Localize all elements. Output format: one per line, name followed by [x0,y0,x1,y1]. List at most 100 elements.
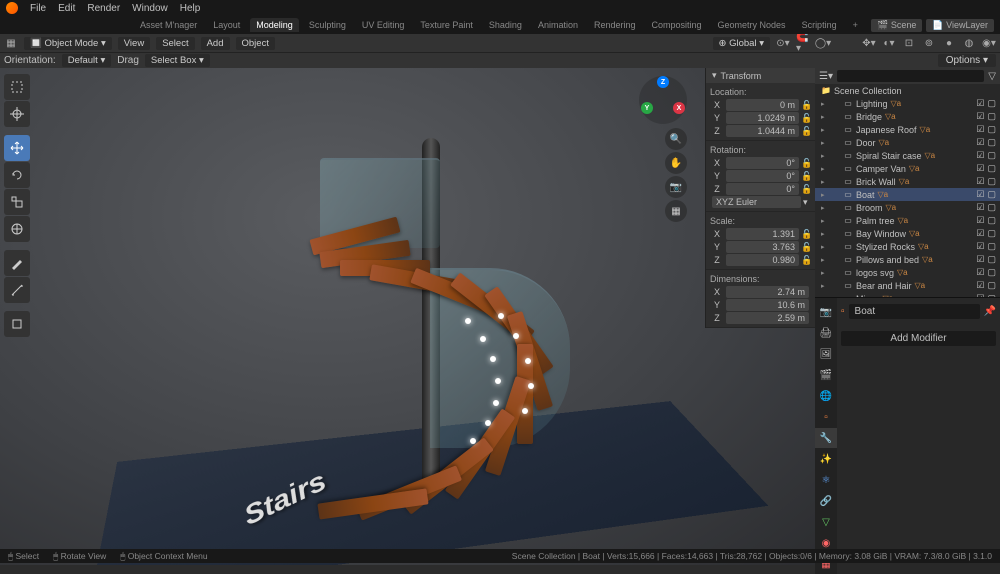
loc-z[interactable]: 1.0444 m [726,125,799,137]
ws-asset-manager[interactable]: Asset M'nager [134,18,203,32]
disclosure-icon[interactable]: ▸ [821,243,829,251]
pin-icon[interactable]: 📌 [984,306,996,317]
props-tab-constraints[interactable]: 🔗 [815,491,837,511]
outliner-item[interactable]: ▸▭Bear and Hair▽a☑▢ [815,279,1000,292]
axis-y[interactable]: Y [641,102,653,114]
hdr-select[interactable]: Select [156,37,194,50]
disclosure-icon[interactable]: ▸ [821,230,829,238]
disclosure-icon[interactable]: ▸ [821,256,829,264]
props-tab-output[interactable]: 🖨 [815,323,837,343]
scale-z[interactable]: 0.980 [726,254,799,266]
rotate-tool[interactable] [4,162,30,188]
render-icon[interactable]: ▢ [987,163,996,174]
render-icon[interactable]: ▢ [987,254,996,265]
lock-icon[interactable]: 🔓 [801,100,811,111]
outliner-item[interactable]: ▸▭Japanese Roof▽a☑▢ [815,123,1000,136]
outliner-item[interactable]: ▸▭Broom▽a☑▢ [815,201,1000,214]
overlay-icon[interactable]: ◐▾ [882,36,896,50]
ws-compositing[interactable]: Compositing [646,18,708,32]
scale-y[interactable]: 3.763 [726,241,799,253]
props-tab-modifiers[interactable]: 🔧 [815,428,837,448]
lock-icon[interactable]: 🔓 [801,242,811,253]
lock-icon[interactable]: 🔓 [801,171,811,182]
transform-panel-header[interactable]: ▾ Transform [706,68,815,83]
options-button[interactable]: Options ▾ [938,54,996,67]
outliner-item[interactable]: ▸▭Camper Van▽a☑▢ [815,162,1000,175]
props-tab-scene[interactable]: 🎬 [815,365,837,385]
menu-file[interactable]: File [30,3,46,14]
menu-help[interactable]: Help [180,3,201,14]
disclosure-icon[interactable]: ▸ [821,113,829,121]
disclosure-icon[interactable]: ▸ [821,139,829,147]
render-icon[interactable]: ▢ [987,215,996,226]
filter-icon[interactable]: ▽ [988,71,996,82]
outliner-item[interactable]: ▸▭Door▽a☑▢ [815,136,1000,149]
visibility-icon[interactable]: ☑ [976,215,984,226]
visibility-icon[interactable]: ☑ [976,267,984,278]
orientation-value[interactable]: Default ▾ [62,54,112,67]
render-icon[interactable]: ▢ [987,189,996,200]
disclosure-icon[interactable]: ▸ [821,126,829,134]
orientation-dropdown[interactable]: ⊕ Global ▾ [713,37,771,50]
lock-icon[interactable]: 🔓 [801,184,811,195]
outliner-item[interactable]: ▸▭Pillows and bed▽a☑▢ [815,253,1000,266]
visibility-icon[interactable]: ☑ [976,163,984,174]
menu-window[interactable]: Window [132,3,168,14]
outliner-item[interactable]: ▸▭Boat▽a☑▢ [815,188,1000,201]
render-icon[interactable]: ▢ [987,267,996,278]
ws-add[interactable]: + [847,18,864,32]
perspective-icon[interactable]: ▦ [665,200,687,222]
select-mode[interactable]: Select Box ▾ [145,54,210,67]
loc-y[interactable]: 1.0249 m [726,112,799,124]
disclosure-icon[interactable]: ▸ [821,165,829,173]
props-tab-data[interactable]: ▽ [815,512,837,532]
props-tab-viewlayer[interactable]: 🖼 [815,344,837,364]
disclosure-icon[interactable]: ▸ [821,217,829,225]
ws-texture-paint[interactable]: Texture Paint [414,18,479,32]
add-cube-tool[interactable] [4,311,30,337]
ws-layout[interactable]: Layout [207,18,246,32]
mode-selector[interactable]: 🔲 Object Mode ▾ [24,37,112,50]
shading-material-icon[interactable]: ◍ [962,36,976,50]
scene-selector[interactable]: 🎬 Scene [871,19,922,32]
disclosure-icon[interactable]: ▸ [821,191,829,199]
disclosure-icon[interactable]: ▸ [821,152,829,160]
ws-geo-nodes[interactable]: Geometry Nodes [712,18,792,32]
render-icon[interactable]: ▢ [987,228,996,239]
props-tab-world[interactable]: 🌐 [815,386,837,406]
outliner-item[interactable]: ▸▭Stylized Rocks▽a☑▢ [815,240,1000,253]
ws-rendering[interactable]: Rendering [588,18,642,32]
ws-modeling[interactable]: Modeling [250,18,299,32]
scale-tool[interactable] [4,189,30,215]
navigation-gizmo[interactable]: Z X Y [639,76,687,124]
render-icon[interactable]: ▢ [987,280,996,291]
visibility-icon[interactable]: ☑ [976,254,984,265]
proportional-icon[interactable]: ◯▾ [816,36,830,50]
disclosure-icon[interactable]: ▸ [821,269,829,277]
shading-solid-icon[interactable]: ● [942,36,956,50]
lock-icon[interactable]: 🔓 [801,229,811,240]
visibility-icon[interactable]: ☑ [976,202,984,213]
dim-z[interactable]: 2.59 m [726,312,809,324]
visibility-icon[interactable]: ☑ [976,124,984,135]
dim-x[interactable]: 2.74 m [726,286,809,298]
hdr-add[interactable]: Add [201,37,230,50]
rot-mode[interactable]: XYZ Euler [712,196,801,208]
hdr-object[interactable]: Object [236,37,275,50]
lock-icon[interactable]: 🔓 [801,255,811,266]
xray-icon[interactable]: ⊡ [902,36,916,50]
render-icon[interactable]: ▢ [987,202,996,213]
pan-icon[interactable]: ✋ [665,152,687,174]
disclosure-icon[interactable]: ▸ [821,100,829,108]
render-icon[interactable]: ▢ [987,241,996,252]
outliner-item[interactable]: ▸▭logos svg▽a☑▢ [815,266,1000,279]
axis-x[interactable]: X [673,102,685,114]
props-tab-physics[interactable]: ⚛ [815,470,837,490]
disclosure-icon[interactable]: ▸ [821,282,829,290]
outliner-search[interactable] [837,70,984,82]
lock-icon[interactable]: 🔓 [801,158,811,169]
snap-icon[interactable]: 🧲▾ [796,36,810,50]
select-box-tool[interactable] [4,74,30,100]
rot-y[interactable]: 0° [726,170,799,182]
annotate-tool[interactable] [4,250,30,276]
